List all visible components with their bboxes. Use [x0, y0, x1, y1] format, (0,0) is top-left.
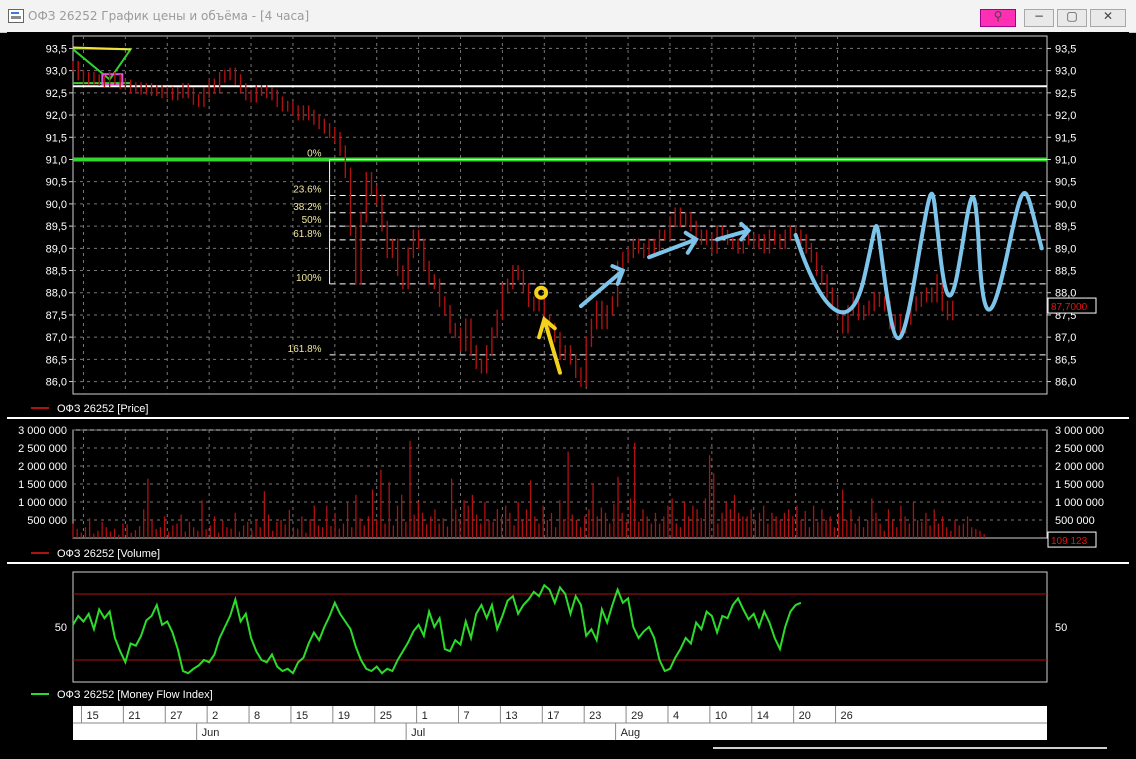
price-tick-label-right: 89,5 [1055, 221, 1076, 233]
price-tick-label-right: 88,5 [1055, 266, 1076, 278]
volume-tick-label-left: 2 500 000 [18, 443, 67, 455]
price-tick-label-right: 86,5 [1055, 354, 1076, 366]
price-tick-label-right: 93,5 [1055, 43, 1076, 55]
time-axis-month-label: Jun [202, 727, 220, 739]
annotation-arrow-1 [578, 264, 626, 309]
annotation-wave [793, 191, 1044, 341]
time-axis-month-label: Aug [621, 727, 641, 739]
fib-level-label: 0% [307, 148, 322, 159]
time-axis-day-label: 29 [631, 710, 643, 722]
time-axis-day-label: 27 [170, 710, 182, 722]
price-tick-label-left: 87,5 [46, 310, 67, 322]
volume-tick-label-left: 3 000 000 [18, 425, 67, 437]
price-tick-label-right: 90,0 [1055, 199, 1076, 211]
minimize-button[interactable]: − [1024, 9, 1054, 27]
fib-level-label: 38.2% [293, 202, 321, 213]
time-axis-day-label: 8 [254, 710, 260, 722]
time-axis-day-label: 23 [589, 710, 601, 722]
annotation-yellow-circle [534, 285, 549, 300]
chart-svg[interactable]: 86,0 86,086,5 86,587,0 87,087,5 87,588,0 88,0… [7, 32, 1129, 752]
price-tick-label-right: 87,0 [1055, 332, 1076, 344]
fib-level-label: 100% [296, 273, 322, 284]
volume-tick-label-right: 2 000 000 [1055, 461, 1104, 473]
price-tick-label-left: 90,0 [46, 199, 67, 211]
price-tick-label-left: 93,0 [46, 66, 67, 78]
price-tick-label-left: 86,5 [46, 354, 67, 366]
volume-tick-label-right: 2 500 000 [1055, 443, 1104, 455]
pin-button[interactable]: ⚲ [980, 9, 1016, 27]
minimize-icon: − [1033, 9, 1045, 23]
maximize-icon: ▢ [1066, 9, 1078, 23]
price-tick-label-left: 86,0 [46, 377, 67, 389]
close-icon: ✕ [1102, 9, 1114, 23]
volume-tick-label-left: 500 000 [27, 515, 67, 527]
time-axis-day-label: 26 [841, 710, 853, 722]
chart-app-icon [8, 9, 24, 23]
price-legend-label: ОФЗ 26252 [Price] [57, 403, 148, 415]
volume-tick-label-right: 1 500 000 [1055, 479, 1104, 491]
fib-level-label: 23.6% [293, 184, 321, 195]
price-tick-label-right: 86,0 [1055, 377, 1076, 389]
volume-tick-label-left: 1 000 000 [18, 497, 67, 509]
price-tick-label-left: 92,0 [46, 110, 67, 122]
fib-level-label: 50% [302, 215, 322, 226]
price-tick-label-left: 87,0 [46, 332, 67, 344]
volume-tick-label-left: 1 500 000 [18, 479, 67, 491]
mfi-tick-label-left: 50 [55, 622, 67, 634]
price-tick-label-left: 89,0 [46, 243, 67, 255]
time-axis-day-label: 21 [128, 710, 140, 722]
price-tick-label-right: 90,5 [1055, 177, 1076, 189]
price-tick-label-left: 88,5 [46, 266, 67, 278]
mfi-legend-label: ОФЗ 26252 [Money Flow Index] [57, 689, 213, 701]
price-tick-label-right: 92,0 [1055, 110, 1076, 122]
window-titlebar: ОФЗ 26252 График цены и объёма - [4 часа… [0, 0, 1136, 33]
volume-tick-label-left: 2 000 000 [18, 461, 67, 473]
time-axis-day-label: 4 [673, 710, 679, 722]
price-tick-label-right: 92,5 [1055, 88, 1076, 100]
time-axis-day-label: 2 [212, 710, 218, 722]
volume-last-value-label: 109 123 [1051, 536, 1088, 547]
price-tick-label-right: 89,0 [1055, 243, 1076, 255]
close-button[interactable]: ✕ [1090, 9, 1126, 27]
fib-level-label: 161.8% [288, 344, 322, 355]
price-last-value-label: 87,7000 [1051, 302, 1088, 313]
price-tick-label-left: 89,5 [46, 221, 67, 233]
price-tick-label-left: 88,0 [46, 288, 67, 300]
price-tick-label-left: 90,5 [46, 177, 67, 189]
time-axis-day-label: 15 [296, 710, 308, 722]
volume-tick-label-right: 1 000 000 [1055, 497, 1104, 509]
volume-tick-label-right: 3 000 000 [1055, 425, 1104, 437]
price-tick-label-left: 93,5 [46, 43, 67, 55]
volume-legend-label: ОФЗ 26252 [Volume] [57, 548, 160, 560]
annotation-arrow-2 [647, 230, 699, 260]
window-title: ОФЗ 26252 График цены и объёма - [4 часа… [28, 9, 310, 23]
time-axis-day-label: 25 [380, 710, 392, 722]
price-tick-label-right: 91,0 [1055, 154, 1076, 166]
time-axis-day-label: 13 [505, 710, 517, 722]
time-axis-month-label: Jul [411, 727, 425, 739]
time-axis-day-label: 17 [547, 710, 559, 722]
time-axis-day-label: 15 [86, 710, 98, 722]
time-axis-day-label: 20 [799, 710, 811, 722]
price-tick-label-left: 91,5 [46, 132, 67, 144]
maximize-button[interactable]: ▢ [1057, 9, 1087, 27]
mfi-tick-label-right: 50 [1055, 622, 1067, 634]
time-axis-day-label: 7 [464, 710, 470, 722]
fib-level-label: 61.8% [293, 229, 321, 240]
volume-tick-label-right: 500 000 [1055, 515, 1095, 527]
price-tick-label-right: 93,0 [1055, 66, 1076, 78]
chart-canvas[interactable]: 86,0 86,0 86,5 86,5 87,0 87,0 87,5 87,5 88,0 88,0… [7, 32, 1129, 752]
time-axis-day-label: 10 [715, 710, 727, 722]
time-axis-day-label: 14 [757, 710, 769, 722]
price-tick-label-left: 92,5 [46, 88, 67, 100]
price-tick-label-left: 91,0 [46, 154, 67, 166]
pin-icon: ⚲ [993, 9, 1003, 23]
price-tick-label-right: 91,5 [1055, 132, 1076, 144]
time-axis-day-label: 19 [338, 710, 350, 722]
time-axis-day-label: 1 [422, 710, 428, 722]
